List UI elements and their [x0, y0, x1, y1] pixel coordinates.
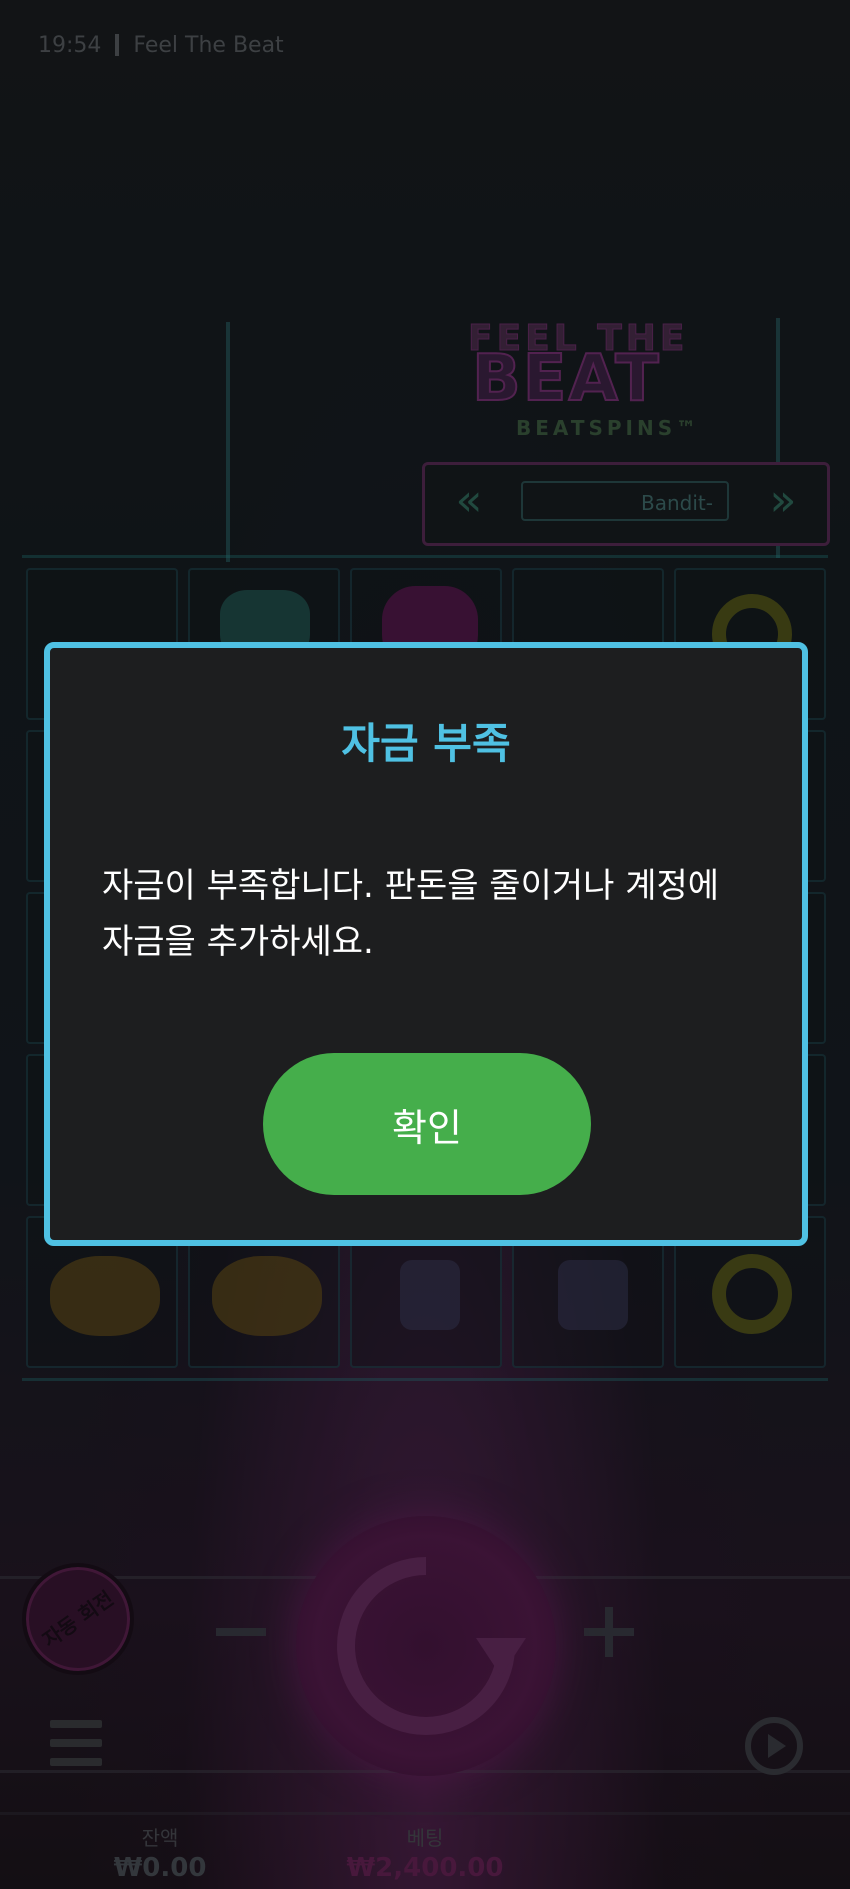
- insufficient-funds-dialog: 자금 부족 자금이 부족합니다. 판돈을 줄이거나 계정에 자금을 추가하세요.…: [44, 642, 808, 1246]
- confirm-button[interactable]: 확인: [263, 1053, 591, 1195]
- dialog-message: 자금이 부족합니다. 판돈을 줄이거나 계정에 자금을 추가하세요.: [102, 866, 720, 962]
- dialog-title: 자금 부족: [341, 719, 511, 768]
